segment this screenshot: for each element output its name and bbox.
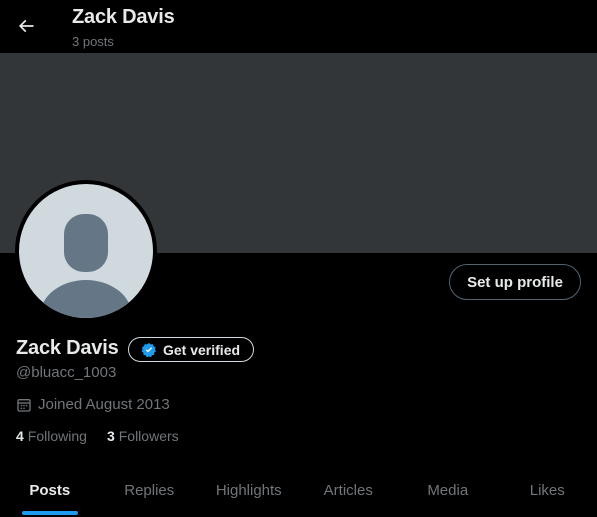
tab-highlights[interactable]: Highlights — [199, 463, 299, 517]
tab-posts[interactable]: Posts — [0, 463, 100, 517]
avatar-ring — [15, 180, 157, 322]
tab-likes[interactable]: Likes — [498, 463, 597, 517]
tab-label: Replies — [124, 481, 175, 499]
profile-name: Zack Davis — [16, 337, 119, 359]
calendar-icon — [16, 397, 32, 413]
followers-label: Followers — [118, 428, 179, 444]
active-tab-indicator — [21, 511, 78, 515]
followers-link[interactable]: 3 Followers — [107, 428, 179, 444]
tab-replies[interactable]: Replies — [100, 463, 200, 517]
setup-profile-button[interactable]: Set up profile — [449, 264, 581, 300]
profile-header: Zack Davis 3 posts — [0, 0, 597, 53]
header-title: Zack Davis — [72, 6, 175, 28]
joined-label: Joined August 2013 — [38, 396, 170, 413]
tab-articles[interactable]: Articles — [299, 463, 399, 517]
get-verified-label: Get verified — [163, 341, 241, 358]
avatar[interactable] — [19, 184, 153, 318]
tab-label: Likes — [529, 481, 565, 499]
default-avatar-icon — [40, 214, 132, 318]
joined-date: Joined August 2013 — [16, 396, 170, 413]
followers-count: 3 — [106, 428, 115, 444]
get-verified-button[interactable]: Get verified — [128, 337, 254, 362]
tab-label: Posts — [29, 481, 71, 499]
tab-label: Highlights — [215, 481, 282, 499]
following-label: Following — [27, 428, 87, 444]
profile-tabs: Posts Replies Highlights Articles Media … — [0, 463, 597, 517]
back-button[interactable] — [8, 8, 44, 44]
profile-handle: @bluacc_1003 — [16, 364, 117, 381]
profile-page: Zack Davis 3 posts Set up profile Zack D… — [0, 0, 597, 517]
tab-label: Media — [427, 481, 469, 499]
verified-badge-icon — [141, 342, 156, 357]
tab-media[interactable]: Media — [398, 463, 498, 517]
follow-stats: 4 Following 3 Followers — [16, 428, 199, 444]
tab-label: Articles — [323, 481, 373, 499]
arrow-left-icon — [18, 19, 34, 33]
posts-count: 3 posts — [72, 34, 114, 49]
following-link[interactable]: 4 Following — [16, 428, 87, 444]
following-count: 4 — [16, 428, 24, 444]
